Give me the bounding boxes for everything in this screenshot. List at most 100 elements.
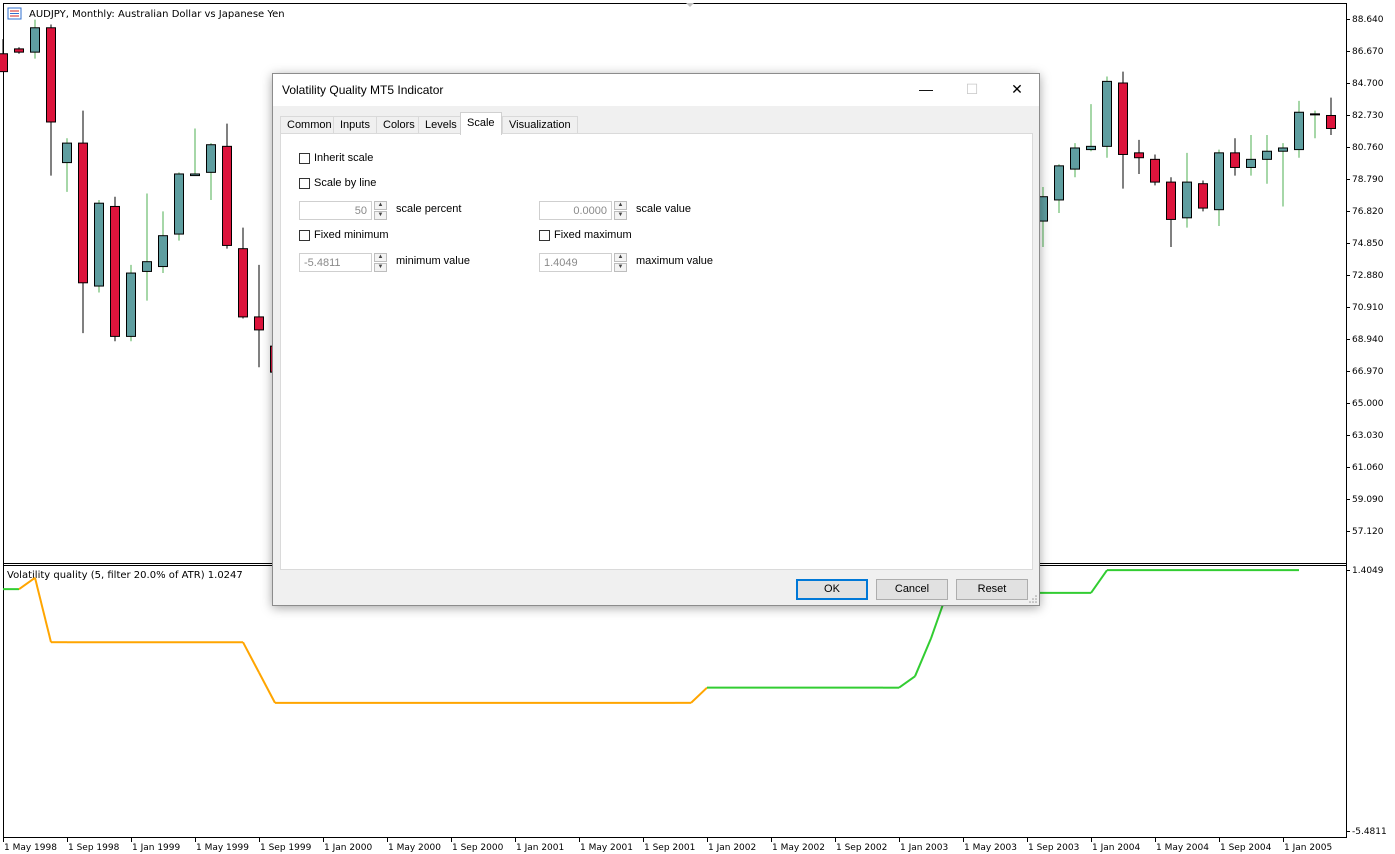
candle-body: [94, 202, 104, 287]
dialog-title: Volatility Quality MT5 Indicator: [282, 83, 444, 97]
time-tick-label: 1 Sep 2004: [1220, 843, 1272, 853]
candle-body: [1262, 150, 1272, 160]
candle-body: [1326, 114, 1336, 129]
minimum-value-label: minimum value: [396, 255, 470, 267]
reset-button[interactable]: Reset: [956, 579, 1028, 600]
price-tick-label: 84.700: [1352, 79, 1384, 89]
indicator-properties-dialog[interactable]: Volatility Quality MT5 Indicator — ☐ ✕ C…: [272, 73, 1040, 606]
price-tick-label: 59.090: [1352, 495, 1384, 505]
time-tick-label: 1 Sep 2002: [836, 843, 887, 853]
candle-body: [1054, 165, 1064, 201]
price-tick-label: 74.850: [1352, 239, 1384, 249]
time-tick-label: 1 Sep 2001: [644, 843, 695, 853]
fixed-maximum-label[interactable]: Fixed maximum: [554, 229, 632, 241]
scale-percent-label: scale percent: [396, 203, 462, 215]
minimum-value-spinner: ▲ ▼: [299, 253, 388, 272]
candle-body: [142, 261, 152, 272]
price-tick-label: 57.120: [1352, 527, 1384, 537]
maximum-value-spinner: ▲ ▼: [539, 253, 628, 272]
dialog-titlebar[interactable]: Volatility Quality MT5 Indicator — ☐ ✕: [273, 74, 1039, 106]
minimum-value-down-icon[interactable]: ▼: [374, 263, 387, 272]
scale-by-line-checkbox[interactable]: [299, 178, 310, 189]
candle-body: [1150, 158, 1160, 183]
candle-body: [14, 48, 24, 53]
cancel-button[interactable]: Cancel: [876, 579, 948, 600]
time-tick-label: 1 Sep 1999: [260, 843, 312, 853]
candle-body: [1102, 80, 1112, 147]
price-tick-label: 61.060: [1352, 463, 1384, 473]
inherit-scale-checkbox[interactable]: [299, 153, 310, 164]
candle-body: [1310, 113, 1320, 116]
maximum-value-up-icon[interactable]: ▲: [614, 253, 627, 262]
inherit-scale-label[interactable]: Inherit scale: [314, 152, 373, 164]
price-tick-label: 76.820: [1352, 207, 1384, 217]
scale-value-spinner: ▲ ▼: [539, 201, 628, 220]
time-tick-label: 1 Jan 2001: [516, 843, 564, 853]
time-tick-label: 1 Sep 1998: [68, 843, 120, 853]
candle-body: [174, 173, 184, 235]
fixed-minimum-label[interactable]: Fixed minimum: [314, 229, 389, 241]
maximize-button: ☐: [965, 81, 979, 97]
minimize-button[interactable]: —: [903, 74, 949, 105]
time-tick-label: 1 Sep 2003: [1028, 843, 1079, 853]
candle-body: [1070, 147, 1080, 170]
tab-levels[interactable]: Levels: [418, 116, 464, 134]
scale-value-input[interactable]: [539, 201, 612, 220]
candle-body: [1166, 181, 1176, 220]
price-tick-label: 88.640: [1352, 15, 1384, 25]
tab-colors[interactable]: Colors: [376, 116, 422, 134]
candle-body: [30, 27, 40, 53]
tab-inputs[interactable]: Inputs: [333, 116, 377, 134]
indicator-label: Volatility quality (5, filter 20.0% of A…: [7, 570, 243, 581]
candle-body: [238, 248, 248, 318]
time-tick-label: 1 May 1998: [4, 843, 57, 853]
candle-body: [190, 173, 200, 177]
candle-body: [1198, 183, 1208, 209]
maximum-value-label: maximum value: [636, 255, 714, 267]
maximum-value-down-icon[interactable]: ▼: [614, 263, 627, 272]
tab-common[interactable]: Common: [280, 116, 339, 134]
time-tick-label: 1 May 2004: [1156, 843, 1209, 853]
scale-percent-input[interactable]: [299, 201, 372, 220]
scale-value-up-icon[interactable]: ▲: [614, 201, 627, 210]
resize-grip-icon[interactable]: [1029, 595, 1037, 603]
minimum-value-input[interactable]: [299, 253, 372, 272]
price-tick-label: 66.970: [1352, 367, 1384, 377]
candle-body: [0, 53, 8, 73]
ok-button[interactable]: OK: [796, 579, 868, 600]
candle-body: [1278, 147, 1288, 152]
time-tick-label: 1 Jan 2000: [324, 843, 372, 853]
scale-percent-up-icon[interactable]: ▲: [374, 201, 387, 210]
maximum-value-input[interactable]: [539, 253, 612, 272]
chart-title: AUDJPY, Monthly: Australian Dollar vs Ja…: [29, 9, 285, 20]
candle-body: [126, 272, 136, 337]
scale-percent-down-icon[interactable]: ▼: [374, 211, 387, 220]
fixed-maximum-checkbox[interactable]: [539, 230, 550, 241]
price-tick-label: 72.880: [1352, 271, 1384, 281]
fixed-minimum-checkbox[interactable]: [299, 230, 310, 241]
time-tick-label: 1 Jan 1999: [132, 843, 180, 853]
candle-body: [1246, 158, 1256, 168]
candle-body: [222, 145, 232, 246]
candle-body: [46, 27, 56, 123]
time-tick-label: 1 May 2003: [964, 843, 1017, 853]
candle-body: [1134, 152, 1144, 159]
candle-body: [1182, 181, 1192, 219]
close-button[interactable]: ✕: [994, 74, 1040, 105]
indicator-tick-label: 1.4049: [1352, 566, 1384, 576]
scale-value-label: scale value: [636, 203, 692, 215]
minimum-value-up-icon[interactable]: ▲: [374, 253, 387, 262]
scale-value-down-icon[interactable]: ▼: [614, 211, 627, 220]
price-tick-label: 70.910: [1352, 303, 1384, 313]
price-tick-label: 63.030: [1352, 431, 1384, 441]
candle-body: [1086, 145, 1096, 151]
tab-scale[interactable]: Scale: [460, 112, 502, 135]
time-tick-label: 1 Jan 2004: [1092, 843, 1140, 853]
price-tick-label: 82.730: [1352, 111, 1384, 121]
symbol-icon: [7, 7, 22, 20]
time-tick-label: 1 Jan 2002: [708, 843, 756, 853]
scale-by-line-label[interactable]: Scale by line: [314, 177, 376, 189]
tab-visualization[interactable]: Visualization: [502, 116, 578, 134]
price-tick-label: 68.940: [1352, 335, 1384, 345]
scale-percent-spinner: ▲ ▼: [299, 201, 388, 220]
